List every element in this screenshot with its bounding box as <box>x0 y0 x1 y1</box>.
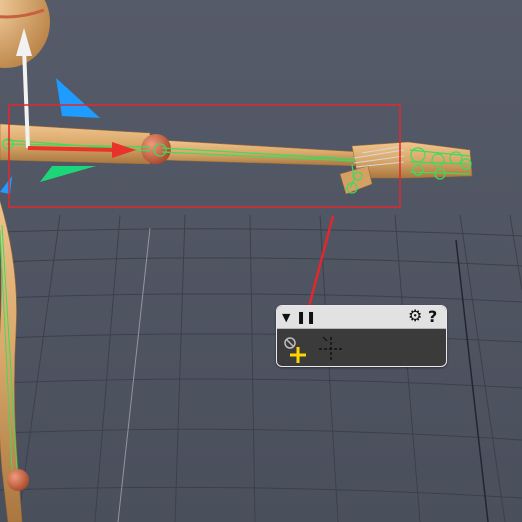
pause-icon[interactable]: ❚❚ <box>296 307 316 327</box>
gizmo-x-axis[interactable] <box>27 146 119 152</box>
triangle-down-icon[interactable]: ▼ <box>282 308 290 328</box>
dashed-crosshair-tool-button[interactable] <box>315 331 347 363</box>
scene-canvas[interactable] <box>0 0 522 522</box>
3d-viewport[interactable]: ▼ ❚❚ ⚙ ? <box>0 0 522 522</box>
dashed-crosshair-icon <box>319 336 343 361</box>
question-mark-icon[interactable]: ? <box>428 307 437 327</box>
plus-crosshair-icon <box>284 337 306 363</box>
viewport-background <box>0 0 522 522</box>
panel-toolbar <box>277 329 446 366</box>
knee-joint[interactable] <box>7 469 29 491</box>
add-ik-handle-tool-button[interactable] <box>280 331 312 363</box>
gear-icon[interactable]: ⚙ <box>408 306 422 326</box>
ik-tool-panel[interactable]: ▼ ❚❚ ⚙ ? <box>276 305 447 367</box>
panel-header[interactable]: ▼ ❚❚ ⚙ ? <box>277 306 446 329</box>
